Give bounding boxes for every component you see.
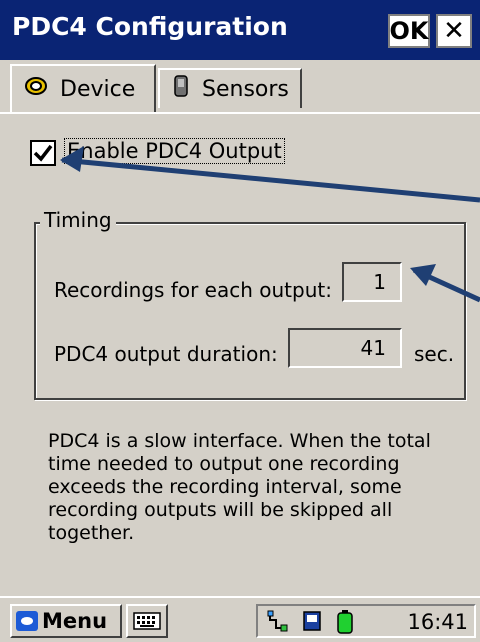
sensor-icon xyxy=(172,75,190,103)
window-title: PDC4 Configuration xyxy=(12,12,288,41)
timing-group xyxy=(34,222,466,400)
enable-output-checkbox[interactable] xyxy=(30,140,56,166)
enable-output-label[interactable]: Enable PDC4 Output xyxy=(64,138,285,164)
recordings-field[interactable]: 1 xyxy=(342,262,402,302)
tab-sensors[interactable]: Sensors xyxy=(158,68,302,108)
keyboard-icon xyxy=(133,612,161,630)
device-icon xyxy=(24,76,48,102)
taskbar: Menu 16:41 xyxy=(0,596,480,642)
title-bar: PDC4 Configuration OK ✕ xyxy=(0,0,480,60)
tab-strip: Device Sensors xyxy=(0,60,480,116)
checkmark-icon xyxy=(33,144,53,162)
start-menu-label: Menu xyxy=(42,609,108,633)
storage-icon[interactable] xyxy=(302,610,322,632)
duration-field[interactable]: 41 xyxy=(288,328,402,368)
timing-group-title: Timing xyxy=(40,208,116,232)
duration-label: PDC4 output duration: xyxy=(54,342,278,366)
duration-unit: sec. xyxy=(414,342,455,366)
ok-button[interactable]: OK xyxy=(388,14,430,48)
tab-device-label: Device xyxy=(60,76,136,102)
tab-sensors-label: Sensors xyxy=(202,76,289,102)
battery-icon[interactable] xyxy=(336,610,356,634)
tab-panel-border xyxy=(0,112,480,114)
description-text: PDC4 is a slow interface. When the total… xyxy=(48,430,431,544)
system-tray: 16:41 xyxy=(256,604,476,638)
recordings-label: Recordings for each output: xyxy=(54,278,332,302)
clock[interactable]: 16:41 xyxy=(407,610,468,634)
network-icon[interactable] xyxy=(266,610,288,632)
start-menu-button[interactable]: Menu xyxy=(10,604,122,638)
keyboard-button[interactable] xyxy=(126,604,168,638)
windows-logo-icon xyxy=(16,611,38,631)
close-button[interactable]: ✕ xyxy=(436,14,472,48)
tab-device[interactable]: Device xyxy=(10,64,156,112)
